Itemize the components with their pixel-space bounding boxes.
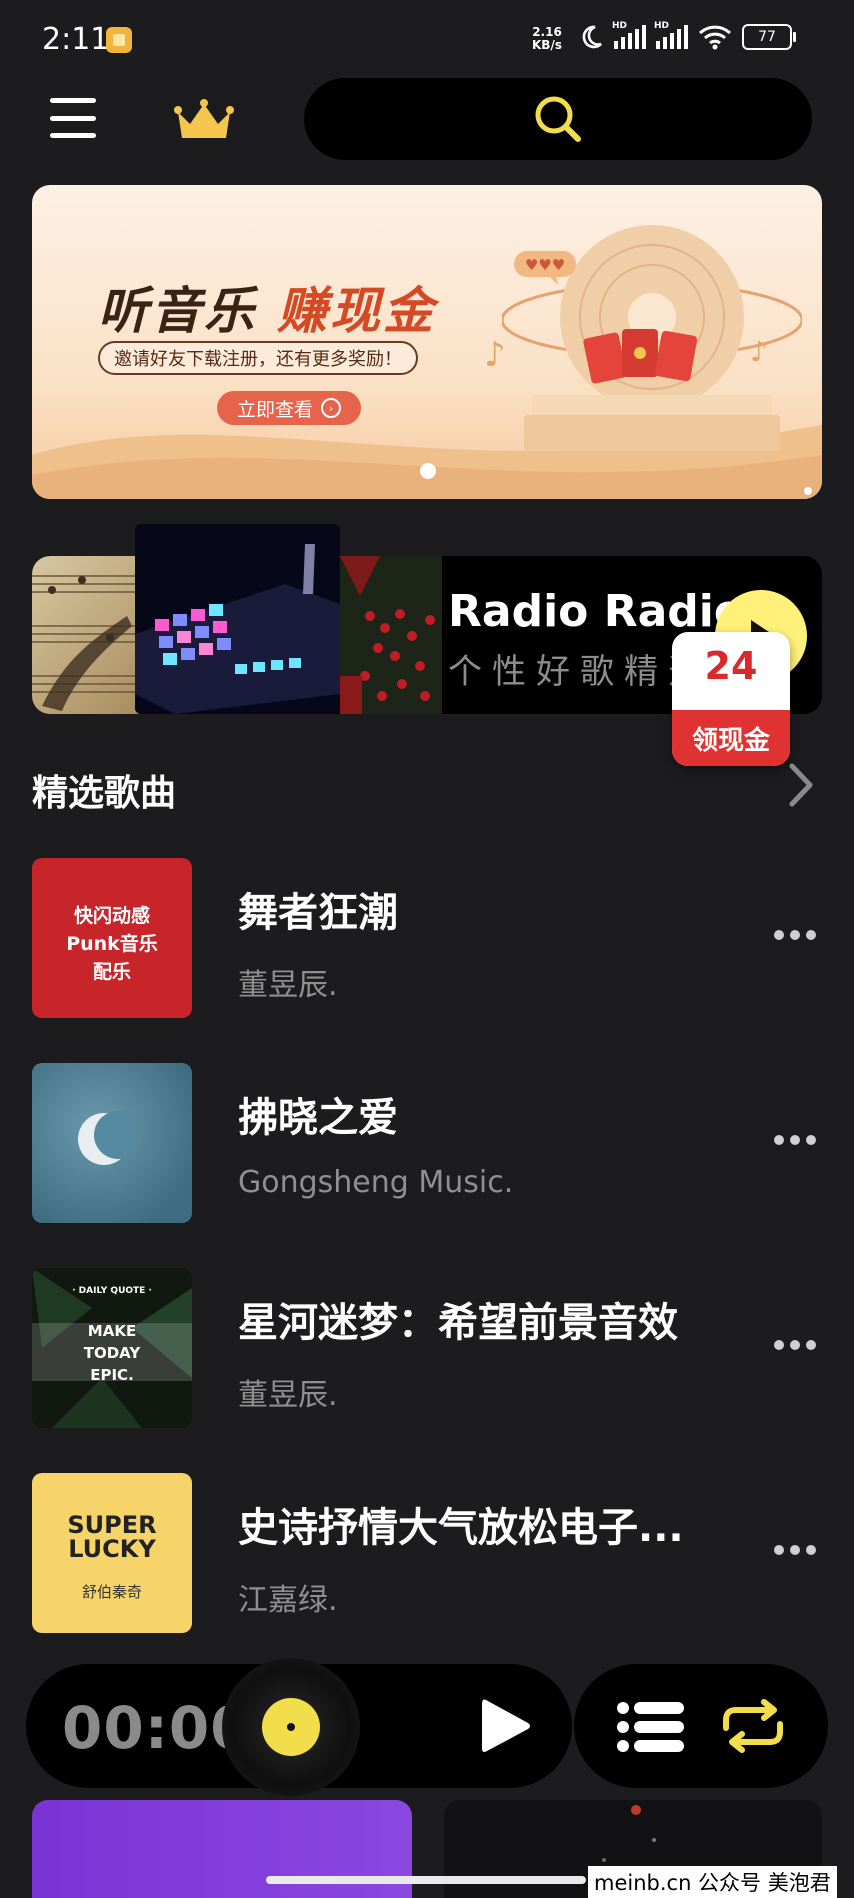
song-title: 舞者狂潮 [238,890,398,936]
cover-text: LUCKY [68,1535,156,1563]
wifi-icon [698,25,732,50]
more-options-icon[interactable] [774,1545,816,1555]
play-icon[interactable] [472,1694,536,1758]
network-speed: 2.16 KB/s [532,26,562,52]
banner-title: 听音乐 赚现金 [98,271,436,343]
reward-badge[interactable]: 24 领现金 [672,632,790,766]
song-cover: SUPER LUCKY 舒伯秦奇 [32,1473,192,1633]
mini-player[interactable]: 00:00 [26,1658,572,1796]
more-options-icon[interactable] [774,1135,816,1145]
carousel-dot-active[interactable] [420,463,436,479]
music-note-icon: ♪ [484,335,506,375]
more-options-icon[interactable] [774,1340,816,1350]
launchpad-image [135,524,340,714]
cover-text: TODAY [83,1344,141,1362]
more-options-icon[interactable] [774,930,816,940]
song-title: 史诗抒情大气放松电子... [238,1505,684,1551]
search-icon[interactable] [532,93,584,145]
notification-app-icon [106,27,132,53]
cover-text: EPIC. [90,1366,134,1384]
music-note-icon: ♪ [750,335,768,368]
network-speed-unit: KB/s [532,38,562,52]
song-artist: 江嘉绿. [238,1583,338,1618]
signal-hd-tag: HD [612,21,628,31]
banner-subtitle: 邀请好友下载注册，还有更多奖励！ [98,341,418,375]
signal-icon: HD [654,21,688,49]
status-icons: HD HD 77 [578,21,796,50]
song-row[interactable]: SUPER LUCKY 舒伯秦奇 史诗抒情大气放松电子... 江嘉绿. [0,1473,854,1633]
search-bar[interactable] [304,78,812,160]
carousel-dot[interactable] [804,487,812,495]
vinyl-disc-icon[interactable] [222,1658,360,1796]
song-row[interactable]: 快闪动感 Punk音乐 配乐 舞者狂潮 董昱辰. [0,858,854,1018]
banner-view-label: 立即查看 [237,398,314,421]
radio-subtitle: 个性好歌精选 [448,652,706,692]
svg-text:♥♥♥: ♥♥♥ [525,256,565,274]
song-title: 拂晓之爱 [238,1095,398,1141]
repeat-icon[interactable] [718,1698,788,1754]
signal-icon: HD [612,21,646,49]
crown-icon[interactable] [174,98,234,142]
song-artist: 董昱辰. [238,968,338,1003]
song-cover: 快闪动感 Punk音乐 配乐 [32,858,192,1018]
watermark: meinb.cn 公众号 美泡君 [588,1866,837,1898]
moon-icon [582,25,602,49]
song-row[interactable]: · DAILY QUOTE · MAKE TODAY EPIC. 星河迷梦：希望… [0,1268,854,1428]
cover-text: Punk音乐 [66,933,158,955]
song-title: 星河迷梦：希望前景音效 [238,1300,678,1346]
promo-banner[interactable]: 听音乐 赚现金 邀请好友下载注册，还有更多奖励！ 立即查看 › ♥♥♥ ♪ ♪ [32,185,822,499]
section-title: 精选歌曲 [32,773,177,814]
signal-hd-tag: HD [654,21,670,31]
banner-title-part1: 听音乐 [98,282,257,340]
cover-text: SUPER [67,1511,157,1539]
cover-text: · DAILY QUOTE · [72,1286,152,1296]
cover-text: 配乐 [92,961,131,983]
song-cover [32,1063,192,1223]
berries-image [340,556,442,714]
home-indicator[interactable] [266,1876,586,1884]
menu-icon[interactable] [50,98,96,138]
sheet-music-image [32,556,142,714]
banner-title-part2: 赚现金 [277,282,436,340]
song-row[interactable]: 拂晓之爱 Gongsheng Music. [0,1063,854,1223]
banner-view-button[interactable]: 立即查看 › [217,391,362,425]
cover-text: 快闪动感 [73,905,150,927]
song-artist: Gongsheng Music. [238,1165,514,1200]
radio-title: Radio Radio [448,586,745,637]
chat-hearts-icon: ♥♥♥ [514,251,576,285]
battery-icon: 77 [742,24,796,50]
status-time: 2:11 [42,22,110,57]
reward-label: 领现金 [672,710,790,766]
song-artist: 董昱辰. [238,1378,338,1413]
playlist-icon[interactable] [616,1700,686,1754]
reward-count: 24 [704,644,758,688]
player-controls [574,1664,828,1788]
chevron-right-icon: › [321,398,342,418]
song-cover: · DAILY QUOTE · MAKE TODAY EPIC. [32,1268,192,1428]
chevron-right-icon[interactable] [786,760,816,810]
cover-text: MAKE [87,1322,137,1340]
cover-text: 舒伯秦奇 [81,1583,142,1601]
